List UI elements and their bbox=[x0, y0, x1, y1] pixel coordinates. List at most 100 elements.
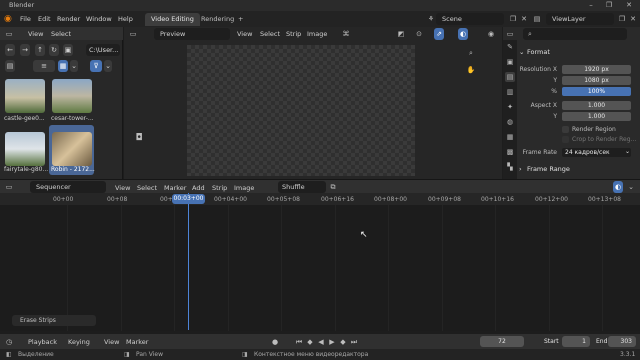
overlays-icon[interactable]: ◐ bbox=[458, 28, 468, 40]
new-folder-icon[interactable]: ▣ bbox=[63, 44, 73, 56]
close-icon[interactable]: ✕ bbox=[618, 0, 640, 11]
collection-tab-icon[interactable]: ▦ bbox=[505, 132, 515, 142]
thumbnail-tower[interactable] bbox=[52, 79, 92, 113]
jump-end-icon[interactable]: ⏭ bbox=[349, 337, 359, 347]
link-icon[interactable]: ⌘ bbox=[341, 29, 351, 39]
frame-range-chevron-icon[interactable]: › bbox=[519, 165, 522, 173]
render-region-checkbox[interactable] bbox=[562, 126, 569, 133]
resolution-x-field[interactable]: 1920 px bbox=[562, 65, 631, 74]
parent-dir-icon[interactable]: ↑ bbox=[35, 44, 45, 56]
end-frame-field[interactable]: 303 bbox=[608, 336, 636, 347]
new-scene-icon[interactable]: ❐ bbox=[508, 14, 518, 24]
forward-icon[interactable]: → bbox=[20, 44, 30, 56]
ruler-tick: 00+13+08 bbox=[588, 196, 621, 203]
snap-mode-selector[interactable]: Shuffle bbox=[278, 181, 326, 193]
preview-mode-selector[interactable]: Preview bbox=[154, 28, 230, 40]
editor-type-icon[interactable]: ▭ bbox=[4, 29, 14, 39]
delete-view-layer-icon[interactable]: ✕ bbox=[628, 14, 638, 24]
menu-view[interactable]: View bbox=[28, 30, 43, 38]
menu-select[interactable]: Select bbox=[137, 184, 157, 192]
menu-help[interactable]: Help bbox=[118, 15, 133, 23]
panel-format-title[interactable]: Format bbox=[527, 48, 550, 56]
pan-hand-icon[interactable]: ✋ bbox=[466, 65, 476, 75]
menu-view[interactable]: View bbox=[115, 184, 130, 192]
menu-playback[interactable]: Playback bbox=[28, 338, 57, 346]
menu-edit[interactable]: Edit bbox=[38, 15, 51, 23]
display-size-chevron-icon[interactable]: ⌄ bbox=[70, 60, 78, 72]
crop-region-checkbox[interactable] bbox=[562, 136, 569, 143]
editor-type-icon[interactable]: ◷ bbox=[4, 337, 14, 347]
start-frame-field[interactable]: 1 bbox=[562, 336, 590, 347]
menu-image[interactable]: Image bbox=[307, 30, 327, 38]
aspect-y-field[interactable]: 1.000 bbox=[562, 112, 631, 121]
format-chevron-icon[interactable]: ⌄ bbox=[519, 48, 524, 56]
menu-window[interactable]: Window bbox=[86, 15, 112, 23]
menu-strip[interactable]: Strip bbox=[286, 30, 301, 38]
list-view-icon[interactable]: ≡ bbox=[33, 60, 55, 72]
aspect-x-field[interactable]: 1.000 bbox=[562, 101, 631, 110]
thumbnail-robin[interactable] bbox=[52, 132, 92, 166]
gizmo-icon[interactable]: ⇗ bbox=[434, 28, 444, 40]
new-view-layer-icon[interactable]: ❐ bbox=[617, 14, 627, 24]
thumbnail-castle[interactable] bbox=[5, 79, 45, 113]
last-operator-panel[interactable]: Erase Strips bbox=[12, 315, 96, 326]
tab-video-editing[interactable]: Video Editing bbox=[145, 13, 200, 26]
tool-tab-icon[interactable]: ✎ bbox=[505, 42, 515, 52]
menu-image[interactable]: Image bbox=[234, 184, 254, 192]
overlay-icon[interactable]: ◩ bbox=[396, 29, 406, 39]
display-channels-icon[interactable]: ◉ bbox=[486, 29, 496, 39]
view-layer-selector[interactable]: ViewLayer bbox=[546, 13, 614, 25]
menu-select[interactable]: Select bbox=[260, 30, 280, 38]
sequencer-timeline[interactable] bbox=[0, 205, 640, 331]
thumbnail-view-icon[interactable]: ▦ bbox=[58, 60, 68, 72]
playhead[interactable] bbox=[188, 193, 189, 330]
record-icon[interactable]: ● bbox=[270, 337, 280, 347]
panel-frame-range-title[interactable]: Frame Range bbox=[527, 165, 570, 173]
back-icon[interactable]: ← bbox=[5, 44, 15, 56]
preview-canvas[interactable] bbox=[187, 45, 415, 176]
refresh-icon[interactable]: ↻ bbox=[49, 44, 59, 56]
play-reverse-icon[interactable]: ◀ bbox=[316, 337, 326, 347]
menu-keying[interactable]: Keying bbox=[68, 338, 90, 346]
menu-select[interactable]: Select bbox=[51, 30, 71, 38]
texture-checker-icon[interactable]: ▚ bbox=[505, 162, 515, 172]
thumbnail-fairytale[interactable] bbox=[5, 132, 45, 166]
menu-marker[interactable]: Marker bbox=[126, 338, 148, 346]
pivot-icon[interactable]: ⊙ bbox=[414, 29, 424, 39]
jump-start-icon[interactable]: ⏮ bbox=[294, 337, 304, 347]
overlays-chevron-icon[interactable]: ⌄ bbox=[626, 182, 636, 192]
menu-marker[interactable]: Marker bbox=[164, 184, 186, 192]
editor-type-icon[interactable]: ▭ bbox=[4, 182, 14, 192]
filter-icon[interactable]: ⊽ bbox=[90, 60, 102, 72]
frame-rate-select[interactable]: 24 кадров/сек bbox=[562, 148, 631, 157]
maximize-icon[interactable]: ❐ bbox=[598, 0, 620, 11]
menu-view[interactable]: View bbox=[104, 338, 119, 346]
menu-strip[interactable]: Strip bbox=[212, 184, 227, 192]
menu-add[interactable]: Add bbox=[192, 184, 205, 192]
display-mode-icon[interactable]: ▤ bbox=[5, 60, 15, 72]
menu-file[interactable]: File bbox=[20, 15, 31, 23]
scene-selector[interactable]: Scene bbox=[436, 13, 504, 25]
play-icon[interactable]: ▶ bbox=[327, 337, 337, 347]
delete-scene-icon[interactable]: ✕ bbox=[519, 14, 529, 24]
add-workspace-button[interactable]: + bbox=[232, 13, 249, 26]
menu-render[interactable]: Render bbox=[57, 15, 80, 23]
blender-logo-icon[interactable]: ◉ bbox=[4, 14, 14, 24]
filter-chevron-icon[interactable]: ⌄ bbox=[104, 60, 112, 72]
editor-type-icon[interactable]: ▭ bbox=[505, 29, 515, 39]
properties-search-field[interactable] bbox=[523, 28, 627, 40]
snap-icon[interactable]: ⧉ bbox=[328, 182, 338, 192]
overlays-icon[interactable]: ◐ bbox=[613, 181, 623, 193]
resolution-percent-field[interactable]: 100% bbox=[562, 87, 631, 96]
time-ruler[interactable]: 00+00 00+08 00+16 00+04+00 00+05+08 00+0… bbox=[0, 193, 640, 205]
zoom-icon[interactable]: ⌕ bbox=[466, 48, 476, 58]
editor-type-icon[interactable]: ▭ bbox=[128, 29, 138, 39]
prev-keyframe-icon[interactable]: ◆ bbox=[305, 337, 315, 347]
menu-view[interactable]: View bbox=[237, 30, 252, 38]
current-frame-field[interactable]: 72 bbox=[480, 336, 524, 347]
resolution-y-field[interactable]: 1080 px bbox=[562, 76, 631, 85]
playhead-frame-label[interactable]: 00:03+00 bbox=[172, 194, 205, 204]
sequencer-mode-selector[interactable]: Sequencer bbox=[30, 181, 106, 193]
directory-path-field[interactable]: C:\User... bbox=[86, 44, 120, 56]
next-keyframe-icon[interactable]: ◆ bbox=[338, 337, 348, 347]
